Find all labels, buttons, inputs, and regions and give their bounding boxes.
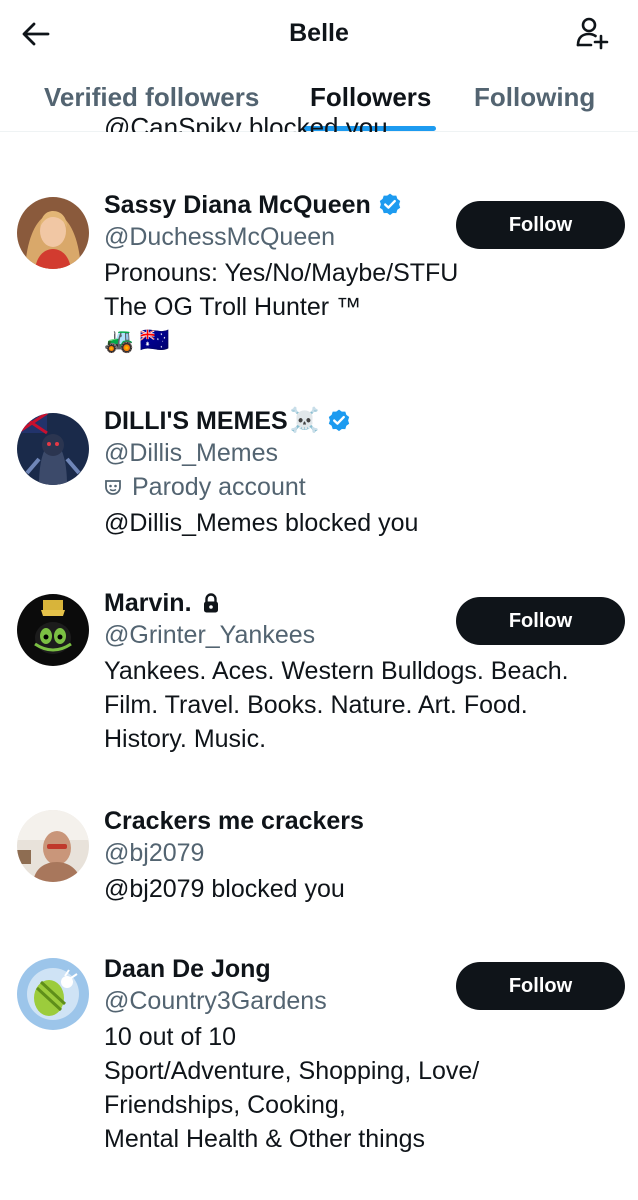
blocked-notice: @bj2079 blocked you (104, 875, 345, 903)
follow-button[interactable]: Follow (456, 597, 625, 645)
avatar[interactable] (17, 958, 89, 1030)
follow-button[interactable]: Follow (456, 962, 625, 1010)
user-info: Crackers me crackers @bj2079 @bj2079 blo… (104, 806, 624, 906)
clipped-blocked-notice: @CanSpiky blocked you (104, 112, 388, 132)
user-bio-line: The OG Troll Hunter ™ (104, 293, 362, 321)
user-bio-line: Film. Travel. Books. Nature. Art. Food. (104, 691, 528, 719)
user-name: DILLI'S MEMES ☠️ (104, 406, 624, 436)
verified-badge-icon (328, 409, 349, 432)
tractor-emoji: 🚜 (104, 327, 134, 354)
follow-button[interactable]: Follow (456, 201, 625, 249)
list-item[interactable]: Marvin. @Grinter_Yankees Yankees. Aces. … (0, 588, 638, 768)
blocked-notice: @Dillis_Memes blocked you (104, 509, 419, 537)
tab-following[interactable]: Following (474, 82, 595, 113)
emoji-row: 🚜 🇦🇺 (104, 326, 624, 356)
page-title: Belle (289, 18, 349, 47)
verified-badge-icon (379, 193, 400, 216)
user-bio-line: 10 out of 10 (104, 1023, 237, 1051)
parody-mask-icon (105, 480, 121, 495)
avatar[interactable] (17, 413, 89, 485)
australia-flag-emoji: 🇦🇺 (139, 327, 170, 354)
user-name: Crackers me crackers (104, 807, 364, 835)
user-bio-line: Sport/Adventure, Shopping, Love/ (104, 1057, 480, 1085)
avatar[interactable] (17, 810, 89, 882)
person-add-icon (576, 17, 609, 50)
back-button[interactable] (20, 18, 52, 50)
user-handle: @Dillis_Memes (104, 439, 279, 467)
skull-crossbones-emoji: ☠️ (289, 407, 320, 434)
user-bio-line: Yankees. Aces. Western Bulldogs. Beach. (104, 657, 569, 685)
list-item[interactable]: Sassy Diana McQueen @DuchessMcQueen Pron… (0, 190, 638, 380)
tab-followers[interactable]: Followers (310, 82, 431, 113)
list-item[interactable]: Crackers me crackers @bj2079 @bj2079 blo… (0, 806, 638, 916)
user-handle: @bj2079 (104, 839, 205, 867)
add-person-button[interactable] (574, 15, 610, 51)
user-info: DILLI'S MEMES ☠️ @Dillis_Memes Parody ac… (104, 406, 624, 540)
list-item[interactable]: Daan De Jong @Country3Gardens 10 out of … (0, 954, 638, 1174)
top-bar: Belle (0, 0, 638, 66)
list-item[interactable]: DILLI'S MEMES ☠️ @Dillis_Memes Parody ac… (0, 406, 638, 556)
user-bio-line: Mental Health & Other things (104, 1125, 425, 1153)
user-bio-line: Pronouns: Yes/No/Maybe/STFU (104, 259, 459, 287)
lock-icon (203, 593, 218, 613)
user-bio-line: History. Music. (104, 725, 267, 753)
parody-label: Parody account (104, 470, 624, 504)
arrow-left-icon (22, 22, 50, 46)
user-bio-line: Friendships, Cooking, (104, 1091, 346, 1119)
avatar[interactable] (17, 594, 89, 666)
avatar[interactable] (17, 197, 89, 269)
tab-verified-followers[interactable]: Verified followers (44, 82, 259, 113)
